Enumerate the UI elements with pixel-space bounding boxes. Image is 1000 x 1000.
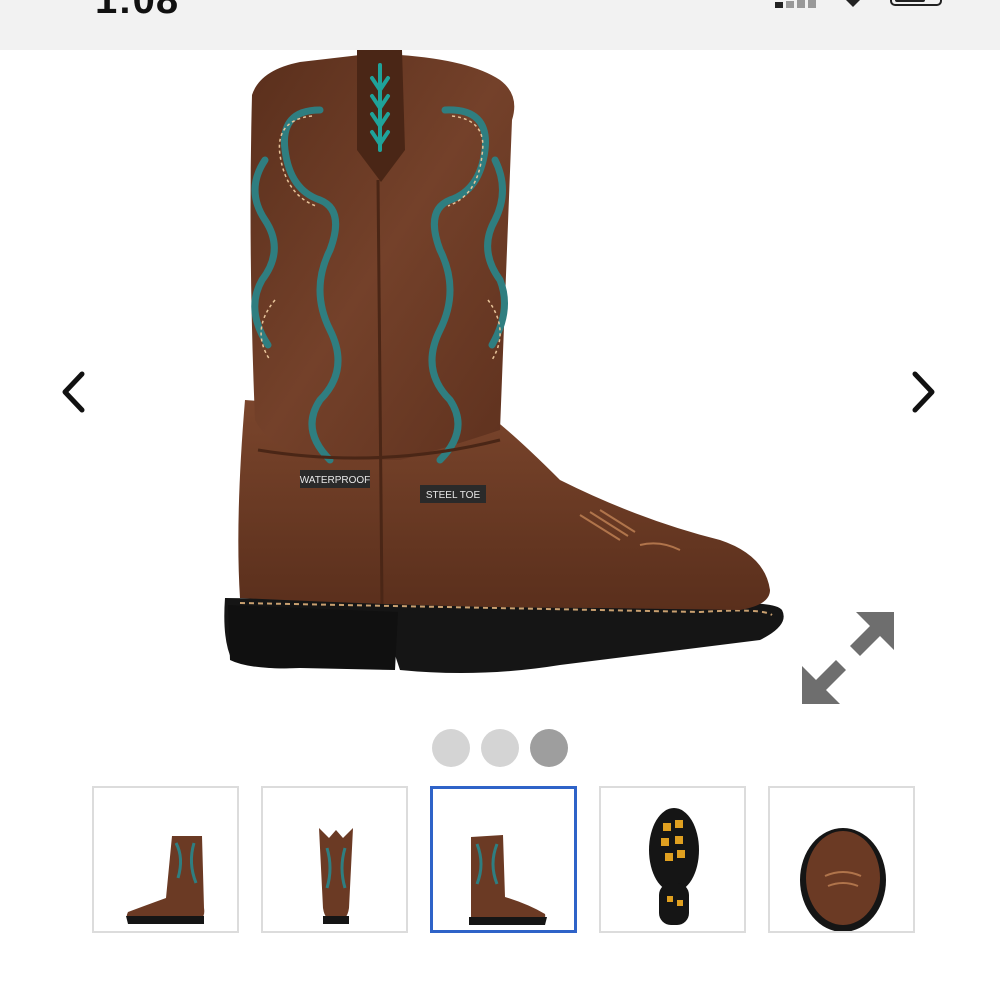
status-bar: 1:08 <box>0 0 1000 50</box>
boot-angle-thumb-icon <box>469 835 547 925</box>
cellular-signal-icon <box>775 0 825 8</box>
battery-icon <box>890 0 942 6</box>
thumbnail-sole-view[interactable] <box>599 786 746 933</box>
boot-sole-thumb-icon <box>649 808 699 925</box>
wifi-icon <box>846 0 860 7</box>
thumbnail-front-view[interactable] <box>261 786 408 933</box>
steel-toe-tag: STEEL TOE <box>426 490 481 501</box>
thumbnail-angle-view[interactable] <box>430 786 577 933</box>
previous-image-button[interactable] <box>45 362 105 422</box>
pagination-dot[interactable] <box>481 729 519 767</box>
chevron-left-icon <box>62 371 85 413</box>
chevron-right-icon <box>912 371 935 413</box>
next-image-button[interactable] <box>893 362 953 422</box>
expand-arrows-icon <box>802 612 894 704</box>
image-pagination <box>432 729 572 769</box>
boot-toe-thumb-icon <box>800 828 886 931</box>
boot-front-thumb-icon <box>319 828 353 924</box>
thumbnail-toe-view[interactable] <box>768 786 915 933</box>
pagination-dot[interactable] <box>432 729 470 767</box>
thumbnail-side-view[interactable] <box>92 786 239 933</box>
expand-image-button[interactable] <box>800 610 896 706</box>
boot-side-thumb-icon <box>126 836 205 924</box>
waterproof-tag: WATERPROOF <box>300 475 371 486</box>
pagination-dot-active[interactable] <box>530 729 568 767</box>
status-time: 1:08 <box>95 0 180 22</box>
